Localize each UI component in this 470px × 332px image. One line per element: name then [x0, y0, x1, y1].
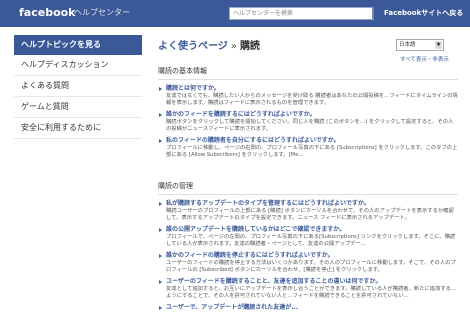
question-link[interactable]: 誰かのフィードの購読を停止するにはどうすればよいですか。 [166, 252, 458, 260]
list-item[interactable]: ユーザーで、アップデートが購読された友達が... [158, 304, 458, 312]
sidebar-item-safety[interactable]: 安全に利用するために [14, 118, 142, 139]
breadcrumb-separator: » [230, 41, 237, 52]
sidebar-item-faq[interactable]: よくある質問 [14, 76, 142, 97]
list-item[interactable]: 私のフィードの購読者を自分にするにはどうすればよいですか。 プロフィールに移動し… [158, 137, 458, 159]
breadcrumb: よく使うページ» 購読 [158, 37, 260, 52]
list-item[interactable]: 誰の公開アップデートを購読しているかはどこで確認できますか。 プロフィールで、ペ… [158, 226, 458, 248]
question-link[interactable]: 私が購読するアップデートのタイプを管理するにはどうすればよいですか。 [166, 200, 458, 208]
chevron-down-icon: ▼ [435, 41, 442, 49]
answer-text: 友達として追加すると、お互いにアップデートを表示し合うことができます。購読してい… [166, 286, 457, 299]
top-bar: facebook ヘルプセンター ヘルプセンターを検索 Facebookサイトへ… [0, 0, 470, 27]
triangle-bullet-icon [159, 254, 162, 258]
list-item[interactable]: 誰かのフィードの購読を停止するにはどうすればよいですか。 ユーザーのフィードの購… [158, 252, 458, 274]
search-input[interactable]: ヘルプセンターを検索 [229, 7, 374, 20]
question-link[interactable]: ユーザーで、アップデートが購読された友達が... [166, 304, 458, 312]
question-link[interactable]: 誰かのフィードを購読するにはどうすればよいですか。 [166, 111, 458, 119]
language-select[interactable]: 日本語 ▼ [396, 39, 444, 51]
triangle-bullet-icon [159, 202, 162, 206]
toggle-all-link[interactable]: すべて表示・非表示 [400, 55, 449, 63]
triangle-bullet-icon [159, 139, 162, 143]
answer-text: ユーザーのフィードの購読を停止する方法はいくつかあります。その人のプロフィールに… [166, 260, 456, 273]
sidebar-item-games[interactable]: ゲームと質問 [14, 97, 142, 118]
question-link[interactable]: ユーザーのフィードを購読することと、友達を追加することの違いは何ですか。 [166, 278, 458, 286]
section-manage: 購読の管理 私が購読するアップデートのタイプを管理するにはどうすればよいですか。… [158, 181, 458, 316]
breadcrumb-link[interactable]: よく使うページ [158, 41, 228, 52]
triangle-bullet-icon [159, 87, 162, 91]
answer-text: 購読ユーザーのプロフィールの上部にある [購読] ボタンにカーソルを合わせて、そ… [166, 208, 454, 221]
facebook-logo[interactable]: facebook [19, 6, 76, 19]
triangle-bullet-icon [159, 228, 162, 232]
question-link[interactable]: 購読とは何ですか。 [166, 85, 458, 93]
back-to-facebook-link[interactable]: Facebookサイトへ戻る [384, 8, 463, 18]
search-button[interactable] [372, 7, 374, 19]
language-value: 日本語 [399, 42, 416, 48]
list-item[interactable]: ユーザーのフィードを購読することと、友達を追加することの違いは何ですか。 友達と… [158, 278, 458, 300]
triangle-bullet-icon [159, 280, 162, 284]
page-title: 購読 [239, 41, 260, 52]
triangle-bullet-icon [159, 113, 162, 117]
section-title: 購読の基本情報 [158, 66, 458, 80]
answer-text: プロフィールに移動し、ページの右側の、プロフィール写真の下にある [Subscr… [166, 145, 458, 158]
list-item[interactable]: 誰かのフィードを購読するにはどうすればよいですか。 購読ボタンをクリックして購読… [158, 111, 458, 133]
list-item[interactable]: 購読とは何ですか。 友達ではなくても、購読したい人からのメッセージを受け取る 購… [158, 85, 458, 107]
section-title: 購読の管理 [158, 181, 458, 195]
triangle-bullet-icon [159, 306, 162, 310]
answer-text: 友達ではなくても、購読したい人からのメッセージを受け取る 購読者はあなたの公開投… [166, 93, 458, 106]
question-link[interactable]: 私のフィードの購読者を自分にするにはどうすればよいですか。 [166, 137, 458, 145]
answer-text: 購読ボタンをクリックして購読を開始してください。同じ人を購読 (このボタンを…)… [166, 119, 454, 132]
section-basics: 購読の基本情報 購読とは何ですか。 友達ではなくても、購読したい人からのメッセー… [158, 66, 458, 163]
question-link[interactable]: 誰の公開アップデートを購読しているかはどこで確認できますか。 [166, 226, 458, 234]
sidebar-item-help-discussion[interactable]: ヘルプディスカッション [14, 55, 142, 76]
sidebar: ヘルプトピックを見る ヘルプディスカッション よくある質問 ゲームと質問 安全に… [14, 35, 142, 139]
list-item[interactable]: 私が購読するアップデートのタイプを管理するにはどうすればよいですか。 購読ユーザ… [158, 200, 458, 222]
answer-text: プロフィールで、ページの左側の、プロフィール写真の下にある[Subscripti… [166, 234, 456, 247]
sidebar-item-help-topics[interactable]: ヘルプトピックを見る [14, 35, 142, 55]
help-center-title[interactable]: ヘルプセンター [74, 7, 130, 18]
